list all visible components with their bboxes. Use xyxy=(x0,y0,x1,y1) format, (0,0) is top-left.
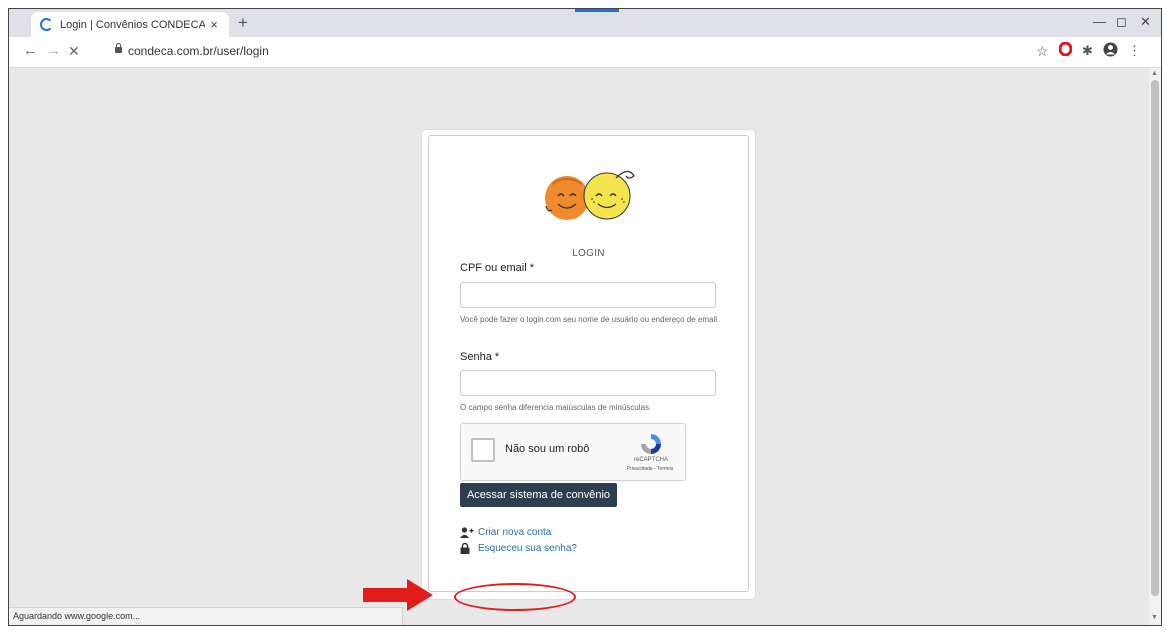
maximize-button[interactable]: ◻ xyxy=(1116,14,1127,30)
forgot-password-link[interactable]: Esqueceu sua senha? xyxy=(460,543,577,554)
scroll-down-icon[interactable]: ▼ xyxy=(1151,614,1158,621)
address-bar[interactable]: condeca.com.br/user/login xyxy=(128,44,269,58)
cpf-email-input[interactable] xyxy=(460,282,716,308)
close-window-button[interactable]: ✕ xyxy=(1140,14,1151,30)
login-card-outer: LOGIN CPF ou email * Você pode fazer o l… xyxy=(421,129,756,600)
tab-active[interactable]: Login | Convênios CONDECA × xyxy=(31,12,229,37)
senha-help: O campo senha diferencia maiúsculas de m… xyxy=(460,403,652,412)
tab-close-button[interactable]: × xyxy=(205,17,223,32)
status-bar: Aguardando www.google.com... xyxy=(9,607,403,625)
back-arrow-icon[interactable]: ← xyxy=(23,42,38,60)
browser-window: Login | Convênios CONDECA × + — ◻ ✕ ← → … xyxy=(8,8,1162,626)
recaptcha-widget: Não sou um robô reCAPTCHA Privacidade - … xyxy=(460,423,686,481)
tab-title: Login | Convênios CONDECA xyxy=(60,18,205,31)
padlock-icon xyxy=(460,543,474,554)
cpf-email-label: CPF ou email * xyxy=(460,262,534,274)
loading-indicator xyxy=(575,9,619,12)
login-card: LOGIN CPF ou email * Você pode fazer o l… xyxy=(428,135,749,592)
scroll-up-icon[interactable]: ▲ xyxy=(1151,70,1158,77)
page-content: LOGIN CPF ou email * Você pode fazer o l… xyxy=(9,68,1149,611)
minimize-button[interactable]: — xyxy=(1093,14,1106,29)
opera-icon[interactable] xyxy=(1058,41,1073,61)
profile-icon[interactable] xyxy=(1103,42,1118,62)
create-account-link[interactable]: Criar nova conta xyxy=(460,527,551,538)
condeca-logo xyxy=(545,170,635,220)
star-icon[interactable]: ☆ xyxy=(1036,42,1049,60)
create-account-label[interactable]: Criar nova conta xyxy=(478,527,551,538)
browser-toolbar: ← → ✕ condeca.com.br/user/login ☆ ✱ ⋮ xyxy=(9,37,1161,68)
forward-arrow-icon[interactable]: → xyxy=(46,42,61,60)
tab-bar: Login | Convênios CONDECA × + — ◻ ✕ xyxy=(9,9,1161,37)
cpf-email-help: Você pode fazer o login com seu nome de … xyxy=(460,315,720,324)
stop-icon[interactable]: ✕ xyxy=(68,42,80,60)
forgot-password-label[interactable]: Esqueceu sua senha? xyxy=(478,543,577,554)
recaptcha-label: Não sou um robô xyxy=(505,443,590,455)
vertical-scrollbar[interactable]: ▲ ▼ xyxy=(1149,68,1161,625)
recaptcha-links[interactable]: Privacidade - Termos xyxy=(617,466,683,472)
submit-button[interactable]: Acessar sistema de convênio xyxy=(460,483,617,507)
recaptcha-logo-icon xyxy=(641,434,661,454)
spinner-icon xyxy=(40,18,53,31)
senha-input[interactable] xyxy=(460,370,716,396)
scroll-thumb[interactable] xyxy=(1151,80,1159,596)
user-plus-icon xyxy=(460,527,474,538)
recaptcha-checkbox[interactable] xyxy=(471,438,495,462)
recaptcha-brand: reCAPTCHA xyxy=(633,457,668,463)
login-heading: LOGIN xyxy=(572,248,605,259)
menu-icon[interactable]: ⋮ xyxy=(1128,42,1141,60)
lock-icon xyxy=(115,43,122,53)
extensions-icon[interactable]: ✱ xyxy=(1082,42,1093,60)
annotation-ellipse xyxy=(454,583,576,611)
senha-label: Senha * xyxy=(460,351,500,363)
new-tab-button[interactable]: + xyxy=(238,14,248,32)
